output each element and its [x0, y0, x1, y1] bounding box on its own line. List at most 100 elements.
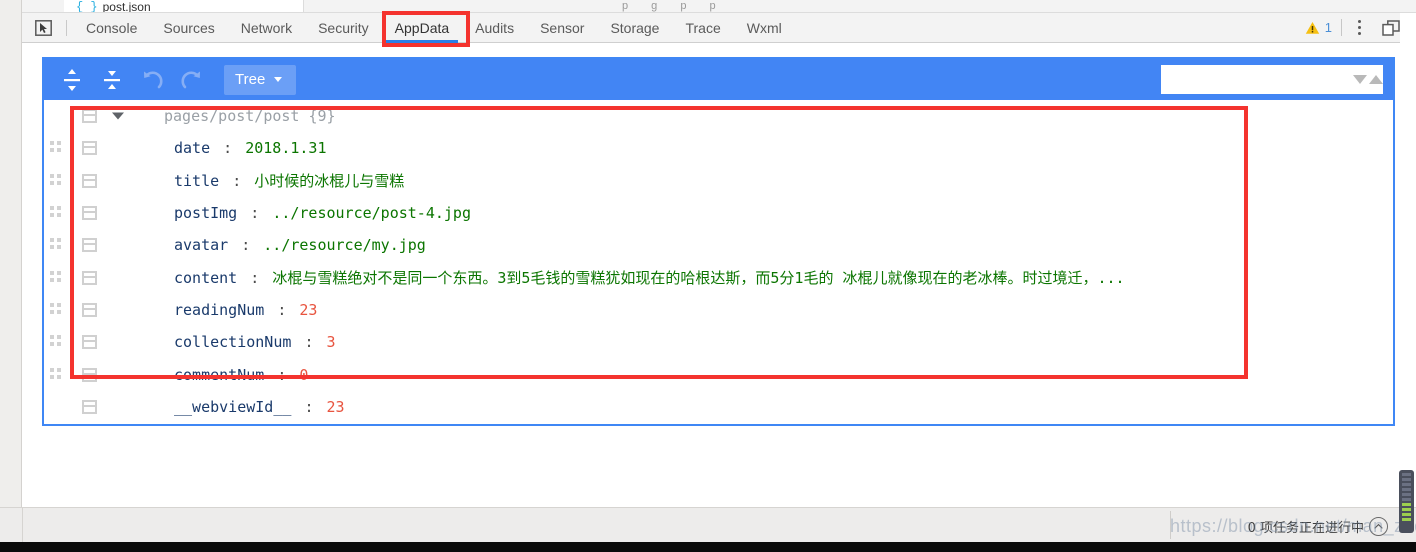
tab-sources[interactable]: Sources — [150, 13, 227, 43]
kebab-menu-icon[interactable] — [1346, 16, 1372, 40]
view-mode-select[interactable]: Tree — [224, 64, 296, 95]
view-mode-label: Tree — [235, 71, 266, 88]
tab-network[interactable]: Network — [228, 13, 305, 43]
tab-appdata[interactable]: AppData — [382, 13, 462, 43]
drag-dots-icon[interactable] — [50, 173, 62, 188]
node-box-icon — [82, 302, 97, 317]
expand-all-icon[interactable] — [52, 63, 92, 97]
tab-console[interactable]: Console — [73, 13, 150, 43]
screenshot-root: 效 { } post.json p g p p Console Sources … — [0, 0, 1416, 552]
node-box-icon — [82, 141, 97, 156]
tab-label: Storage — [610, 19, 660, 36]
warning-indicator[interactable]: 1 — [1305, 20, 1341, 35]
row-value: 冰棍与雪糕绝对不是同一个东西。3到5毛钱的雪糕犹如现在的哈根达斯，而5分1毛的 … — [272, 269, 1125, 288]
appdata-tree: pages/post/post {9} date : 2018.1.31 tit… — [44, 100, 1393, 424]
node-box-icon — [82, 270, 97, 285]
row-value: 23 — [326, 397, 345, 416]
tree-row[interactable]: readingNum : 23 — [44, 294, 1393, 326]
tab-audits[interactable]: Audits — [462, 13, 527, 43]
tab-label: Trace — [685, 19, 721, 36]
drag-dots-icon[interactable] — [50, 206, 62, 220]
row-separator: : — [223, 139, 233, 158]
search-input[interactable] — [1167, 71, 1353, 88]
tab-label: Wxml — [746, 19, 782, 36]
file-tab-post-json[interactable]: { } post.json — [64, 0, 304, 13]
tree-row[interactable]: __webviewId__ : 23 — [44, 391, 1393, 423]
row-key: content — [174, 269, 238, 288]
toolbar-divider — [66, 19, 67, 36]
tab-label: Audits — [475, 19, 515, 36]
tree-row[interactable]: commentNum : 0 — [44, 358, 1393, 390]
drag-dots-icon[interactable] — [50, 302, 62, 317]
search-box[interactable] — [1161, 65, 1383, 94]
drag-dots-icon[interactable] — [50, 238, 62, 252]
row-key: __webviewId__ — [174, 397, 292, 416]
triangle-down-icon[interactable] — [112, 112, 124, 120]
row-value: 23 — [299, 300, 318, 319]
inspect-cursor-icon[interactable] — [30, 17, 56, 39]
tree-row[interactable]: content : 冰棍与雪糕绝对不是同一个东西。3到5毛钱的雪糕犹如现在的哈根… — [44, 261, 1393, 293]
redo-arrow-icon[interactable] — [172, 63, 212, 97]
drag-dots-icon[interactable] — [50, 335, 62, 349]
editor-tab-strip: { } post.json p g p p — [22, 0, 1416, 13]
tab-label: Console — [86, 19, 138, 36]
search-nav[interactable] — [1353, 75, 1383, 84]
tree-row[interactable]: date : 2018.1.31 — [44, 132, 1393, 164]
triangle-down-icon[interactable] — [1353, 75, 1367, 84]
right-rail — [1400, 13, 1416, 507]
undo-arrow-icon[interactable] — [132, 63, 172, 97]
row-key: title — [174, 172, 220, 191]
file-tab-strip-hint: p g p p — [622, 0, 726, 12]
triangle-up-icon[interactable] — [1369, 75, 1383, 84]
watermark: https://blog.csdn.net/man_zuo — [1170, 516, 1416, 536]
scrollbar-thumb[interactable] — [1399, 470, 1414, 533]
drag-dots-icon[interactable] — [50, 141, 62, 155]
warning-count: 1 — [1324, 20, 1332, 35]
tab-label: Sensor — [540, 19, 585, 36]
tree-row-root[interactable]: pages/post/post {9} — [44, 100, 1393, 132]
row-separator: : — [232, 172, 242, 191]
row-separator: : — [250, 204, 260, 223]
row-separator: : — [250, 269, 260, 288]
tree-row-text: avatar : ../resource/my.jpg — [44, 236, 426, 254]
tree-row-text: title : 小时候的冰棍儿与雪糕 — [44, 170, 404, 191]
node-box-icon — [82, 399, 97, 414]
tab-storage[interactable]: Storage — [597, 13, 672, 43]
appdata-toolbar: Tree — [44, 59, 1393, 100]
drag-dots-icon[interactable] — [50, 270, 62, 285]
row-value: 2018.1.31 — [245, 139, 327, 158]
row-key: date — [174, 139, 211, 158]
root-path-label: pages/post/post — [164, 107, 300, 126]
tree-row[interactable]: collectionNum : 3 — [44, 326, 1393, 358]
row-value: 小时候的冰棍儿与雪糕 — [254, 172, 405, 191]
node-box-icon — [82, 238, 97, 253]
row-separator: : — [277, 365, 287, 384]
row-value: ../resource/my.jpg — [263, 236, 426, 255]
chevron-down-icon — [274, 77, 283, 82]
drag-dots-icon[interactable] — [50, 367, 62, 382]
row-separator: : — [241, 236, 251, 255]
tree-row[interactable]: title : 小时候的冰棍儿与雪糕 — [44, 165, 1393, 197]
tab-security[interactable]: Security — [305, 13, 382, 43]
bottom-black-bar — [0, 542, 1416, 552]
root-count-label: {9} — [308, 107, 336, 126]
tree-row[interactable]: postImg : ../resource/post-4.jpg — [44, 197, 1393, 229]
collapse-all-icon[interactable] — [92, 63, 132, 97]
status-bar-divider — [22, 508, 23, 542]
row-key: avatar — [174, 236, 229, 255]
row-key: readingNum — [174, 300, 265, 319]
appdata-panel: Tree pages/post/post {9} date: 2018.1.3… — [42, 57, 1395, 426]
tree-row-text: content : 冰棍与雪糕绝对不是同一个东西。3到5毛钱的雪糕犹如现在的哈根… — [44, 267, 1125, 288]
tab-trace[interactable]: Trace — [672, 13, 733, 43]
tab-wxml[interactable]: Wxml — [734, 13, 795, 43]
node-box-icon — [82, 335, 97, 350]
json-braces-icon: { } — [76, 0, 98, 13]
tab-label: Network — [240, 19, 293, 36]
tab-label: Sources — [163, 19, 215, 36]
row-separator: : — [304, 397, 314, 416]
tree-row[interactable]: avatar : ../resource/my.jpg — [44, 229, 1393, 261]
row-separator: : — [304, 333, 314, 352]
row-key: collectionNum — [174, 333, 292, 352]
tab-sensor[interactable]: Sensor — [527, 13, 597, 43]
row-key: postImg — [174, 204, 238, 223]
